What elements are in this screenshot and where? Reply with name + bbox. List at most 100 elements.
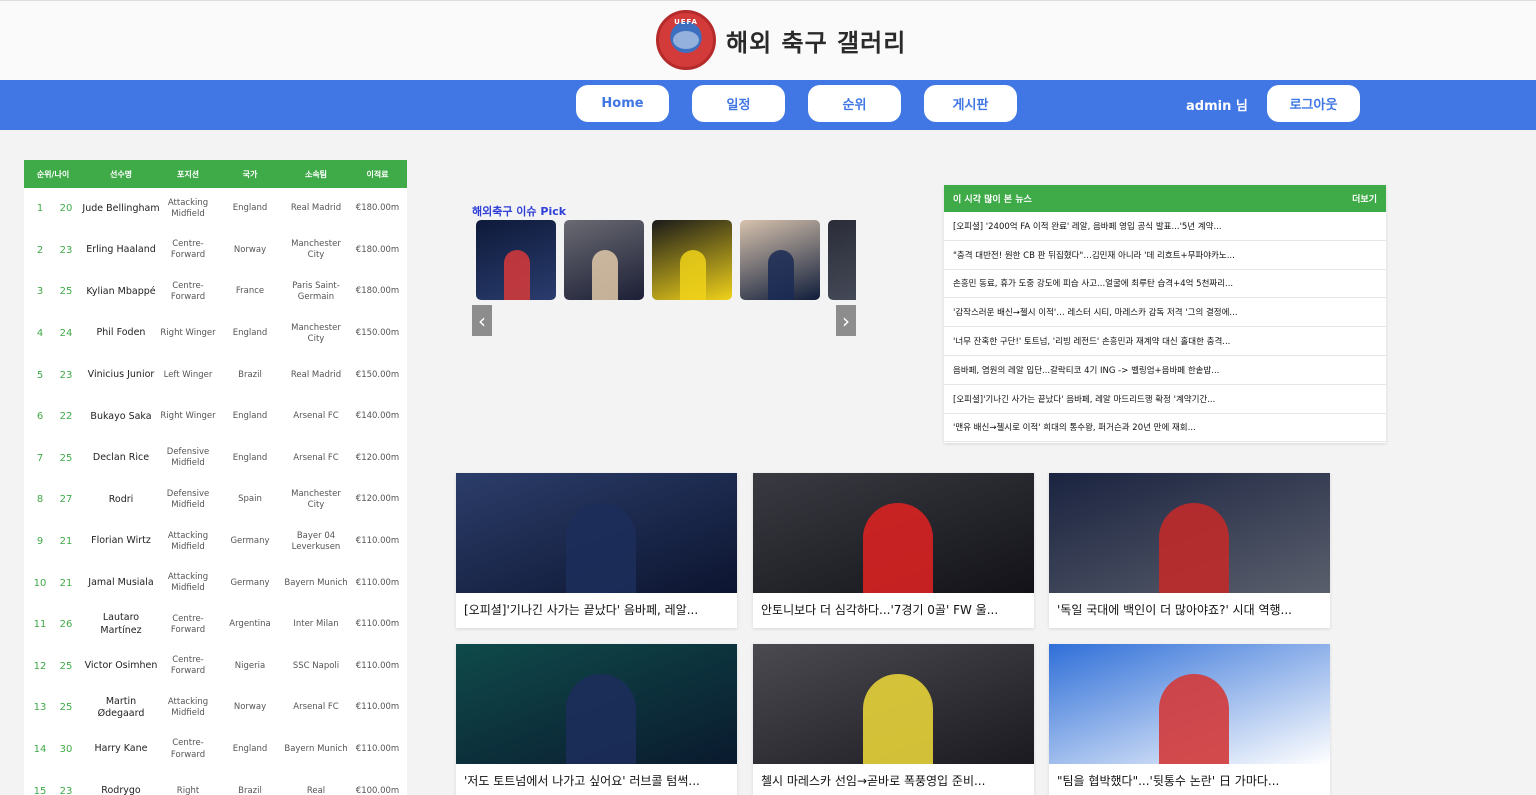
nav-board-button[interactable]: 게시판 <box>924 85 1017 122</box>
position-cell: Right Winger <box>160 411 216 422</box>
news-item[interactable]: 손흥민 동료, 휴가 도중 강도에 피습 사고...얼굴에 최루탄 습격+4억 … <box>944 270 1386 299</box>
table-row[interactable]: 15 23 Rodrygo Right Brazil Real €100.00m <box>24 770 407 795</box>
nation-cell: Norway <box>233 702 267 713</box>
rank-age-cell: 8 27 <box>24 479 82 521</box>
nav-home-button[interactable]: Home <box>576 85 669 122</box>
col-header-nation[interactable]: 국가 <box>216 160 284 188</box>
table-row[interactable]: 2 23 Erling Haaland Centre-Forward Norway Man… <box>24 230 407 272</box>
news-item[interactable]: '너무 잔혹한 구단!' 토트넘, '리빙 레전드' 손흥민과 재계약 대신 홀… <box>944 327 1386 356</box>
rank-number: 9 <box>36 536 44 548</box>
rank-number: 4 <box>36 328 44 340</box>
news-item[interactable]: '맨유 배신→첼시로 이적' 희대의 통수왕, 퍼거슨과 20년 만에 재회..… <box>944 414 1386 443</box>
table-row[interactable]: 9 21 Florian Wirtz Attacking Midfield German… <box>24 521 407 563</box>
article-thumbnail[interactable] <box>456 473 737 593</box>
brand[interactable]: UEFA 해외 축구 갤러리 <box>656 10 906 70</box>
most-viewed-news: 이 시각 많이 본 뉴스 더보기 [오피셜] '2400억 FA 이적 완료' … <box>944 185 1386 443</box>
player-age: 21 <box>59 536 73 548</box>
table-row[interactable]: 14 30 Harry Kane Centre-Forward England Bayer… <box>24 729 407 771</box>
player-photo-shape <box>566 674 636 764</box>
issue-pick-thumbnail[interactable] <box>564 220 644 300</box>
news-item[interactable]: 음바페, 염원의 레알 입단...갈락티코 4기 ING -> 벨링엄+음바페 … <box>944 356 1386 385</box>
article-card[interactable]: 첼시 마레스카 선임→곧바로 폭풍영입 준비... <box>753 644 1034 795</box>
article-card[interactable]: '저도 토트넘에서 나가고 싶어요' 러브콜 텀썩... <box>456 644 737 795</box>
player-age: 25 <box>59 452 73 464</box>
player-photo-shape <box>566 503 636 593</box>
news-more-link[interactable]: 더보기 <box>1352 192 1377 205</box>
article-thumbnail[interactable] <box>1049 644 1330 764</box>
table-row[interactable]: 3 25 Kylian Mbappé Centre-Forward France Pari… <box>24 271 407 313</box>
news-item[interactable]: [오피셜]'기나긴 사가는 끝났다' 음바페, 레알 마드리드행 확정 '계약기… <box>944 385 1386 414</box>
col-header-club[interactable]: 소속팀 <box>284 160 348 188</box>
issue-pick-thumbnail[interactable] <box>740 220 820 300</box>
article-card[interactable]: '독일 국대에 백인이 더 많아야죠?' 시대 역행... <box>1049 473 1330 628</box>
nation-cell: Argentina <box>229 619 271 630</box>
player-photo-shape <box>1159 503 1229 593</box>
col-header-position[interactable]: 포지션 <box>160 160 216 188</box>
article-card[interactable]: "팀을 협박했다"...'뒷통수 논란' 日 가마다... <box>1049 644 1330 795</box>
article-card[interactable]: [오피셜]'기나긴 사가는 끝났다' 음바페, 레알... <box>456 473 737 628</box>
nav-standings-button[interactable]: 순위 <box>808 85 901 122</box>
news-item[interactable]: "충격 대반전! 원한 CB 판 뒤집혔다"…김민재 아니라 '데 리흐트+무파… <box>944 241 1386 270</box>
article-card[interactable]: 안토니보다 더 심각하다...'7경기 0골' FW 울... <box>753 473 1034 628</box>
rank-number: 5 <box>36 369 44 381</box>
rank-number: 12 <box>33 660 47 672</box>
col-header-rank-age[interactable]: 순위/나이 <box>24 160 82 188</box>
rank-number: 14 <box>33 744 47 756</box>
table-row[interactable]: 4 24 Phil Foden Right Winger England Manchest… <box>24 313 407 355</box>
table-row[interactable]: 13 25 Martin Ødegaard Attacking Midfield Nor… <box>24 687 407 729</box>
table-row[interactable]: 1 20 Jude Bellingham Attacking Midfield Engl… <box>24 188 407 230</box>
issue-pick-thumbnail[interactable] <box>476 220 556 300</box>
article-thumbnail[interactable] <box>456 644 737 764</box>
issue-pick-thumbnail[interactable] <box>652 220 732 300</box>
nation-cell: Brazil <box>238 369 262 380</box>
player-name-cell: Jamal Musiala <box>88 576 154 588</box>
carousel-next-button[interactable]: › <box>836 305 856 336</box>
club-cell: Bayern Munich <box>284 577 348 588</box>
player-age: 23 <box>59 369 73 381</box>
rank-number: 15 <box>33 785 47 795</box>
rank-age-cell: 7 25 <box>24 438 82 480</box>
uefa-logo[interactable]: UEFA <box>656 10 716 70</box>
article-thumbnail[interactable] <box>1049 473 1330 593</box>
position-cell: Right Winger <box>160 328 216 339</box>
col-header-player[interactable]: 선수명 <box>82 160 160 188</box>
fee-cell: €110.00m <box>355 577 400 588</box>
position-cell: Attacking Midfield <box>167 696 209 718</box>
nav-schedule-button[interactable]: 일정 <box>692 85 785 122</box>
player-ranking-table: 순위/나이 선수명 포지션 국가 소속팀 이적료 1 20 Jude Belling… <box>24 160 407 795</box>
article-caption[interactable]: '저도 토트넘에서 나가고 싶어요' 러브콜 텀썩... <box>456 764 737 789</box>
table-row[interactable]: 11 26 Lautaro Martínez Centre-Forward Argent… <box>24 604 407 646</box>
club-cell: Arsenal FC <box>293 702 339 713</box>
club-cell: SSC Napoli <box>292 660 340 671</box>
table-row[interactable]: 5 23 Vinicius Junior Left Winger Brazil Real … <box>24 354 407 396</box>
article-caption[interactable]: 안토니보다 더 심각하다...'7경기 0골' FW 울... <box>753 593 1034 618</box>
article-thumbnail[interactable] <box>753 473 1034 593</box>
article-caption[interactable]: [오피셜]'기나긴 사가는 끝났다' 음바페, 레알... <box>456 593 737 618</box>
table-row[interactable]: 10 21 Jamal Musiala Attacking Midfield Germa… <box>24 562 407 604</box>
rank-number: 2 <box>36 244 44 256</box>
news-item[interactable]: [오피셜] '2400억 FA 이적 완료' 레알, 음바페 영입 공식 발표.… <box>944 212 1386 241</box>
article-caption[interactable]: "팀을 협박했다"...'뒷통수 논란' 日 가마다... <box>1049 764 1330 789</box>
news-item[interactable]: '감작스러운 배신→첼시 이적'… 레스터 시티, 마레스카 감독 저격 '그의… <box>944 298 1386 328</box>
article-caption[interactable]: '독일 국대에 백인이 더 많아야죠?' 시대 역행... <box>1049 593 1330 618</box>
carousel-prev-button[interactable]: ‹ <box>472 305 492 336</box>
player-name-cell: Rodri <box>108 493 134 505</box>
table-row[interactable]: 12 25 Victor Osimhen Centre-Forward Nigeria S… <box>24 646 407 688</box>
col-header-fee[interactable]: 이적료 <box>348 160 407 188</box>
issue-pick-title: 해외축구 이슈 Pick <box>472 205 567 218</box>
nation-cell: England <box>232 411 268 422</box>
rank-number: 3 <box>36 286 44 298</box>
club-cell: Real Madrid <box>290 369 342 380</box>
table-row[interactable]: 7 25 Declan Rice Defensive Midfield England A… <box>24 438 407 480</box>
article-caption[interactable]: 첼시 마레스카 선임→곧바로 폭풍영입 준비... <box>753 764 1034 789</box>
table-row[interactable]: 8 27 Rodri Defensive Midfield Spain Mancheste… <box>24 479 407 521</box>
news-list: [오피셜] '2400억 FA 이적 완료' 레알, 음바페 영입 공식 발표.… <box>944 212 1386 443</box>
club-cell: Inter Milan <box>293 619 339 630</box>
issue-pick-thumbnail[interactable] <box>828 220 856 300</box>
club-cell: Real Madrid <box>290 203 342 214</box>
article-thumbnail[interactable] <box>753 644 1034 764</box>
club-cell: Arsenal FC <box>293 411 339 422</box>
nation-cell: Germany <box>230 577 270 588</box>
logout-button[interactable]: 로그아웃 <box>1267 85 1360 122</box>
table-row[interactable]: 6 22 Bukayo Saka Right Winger England Arsenal… <box>24 396 407 438</box>
